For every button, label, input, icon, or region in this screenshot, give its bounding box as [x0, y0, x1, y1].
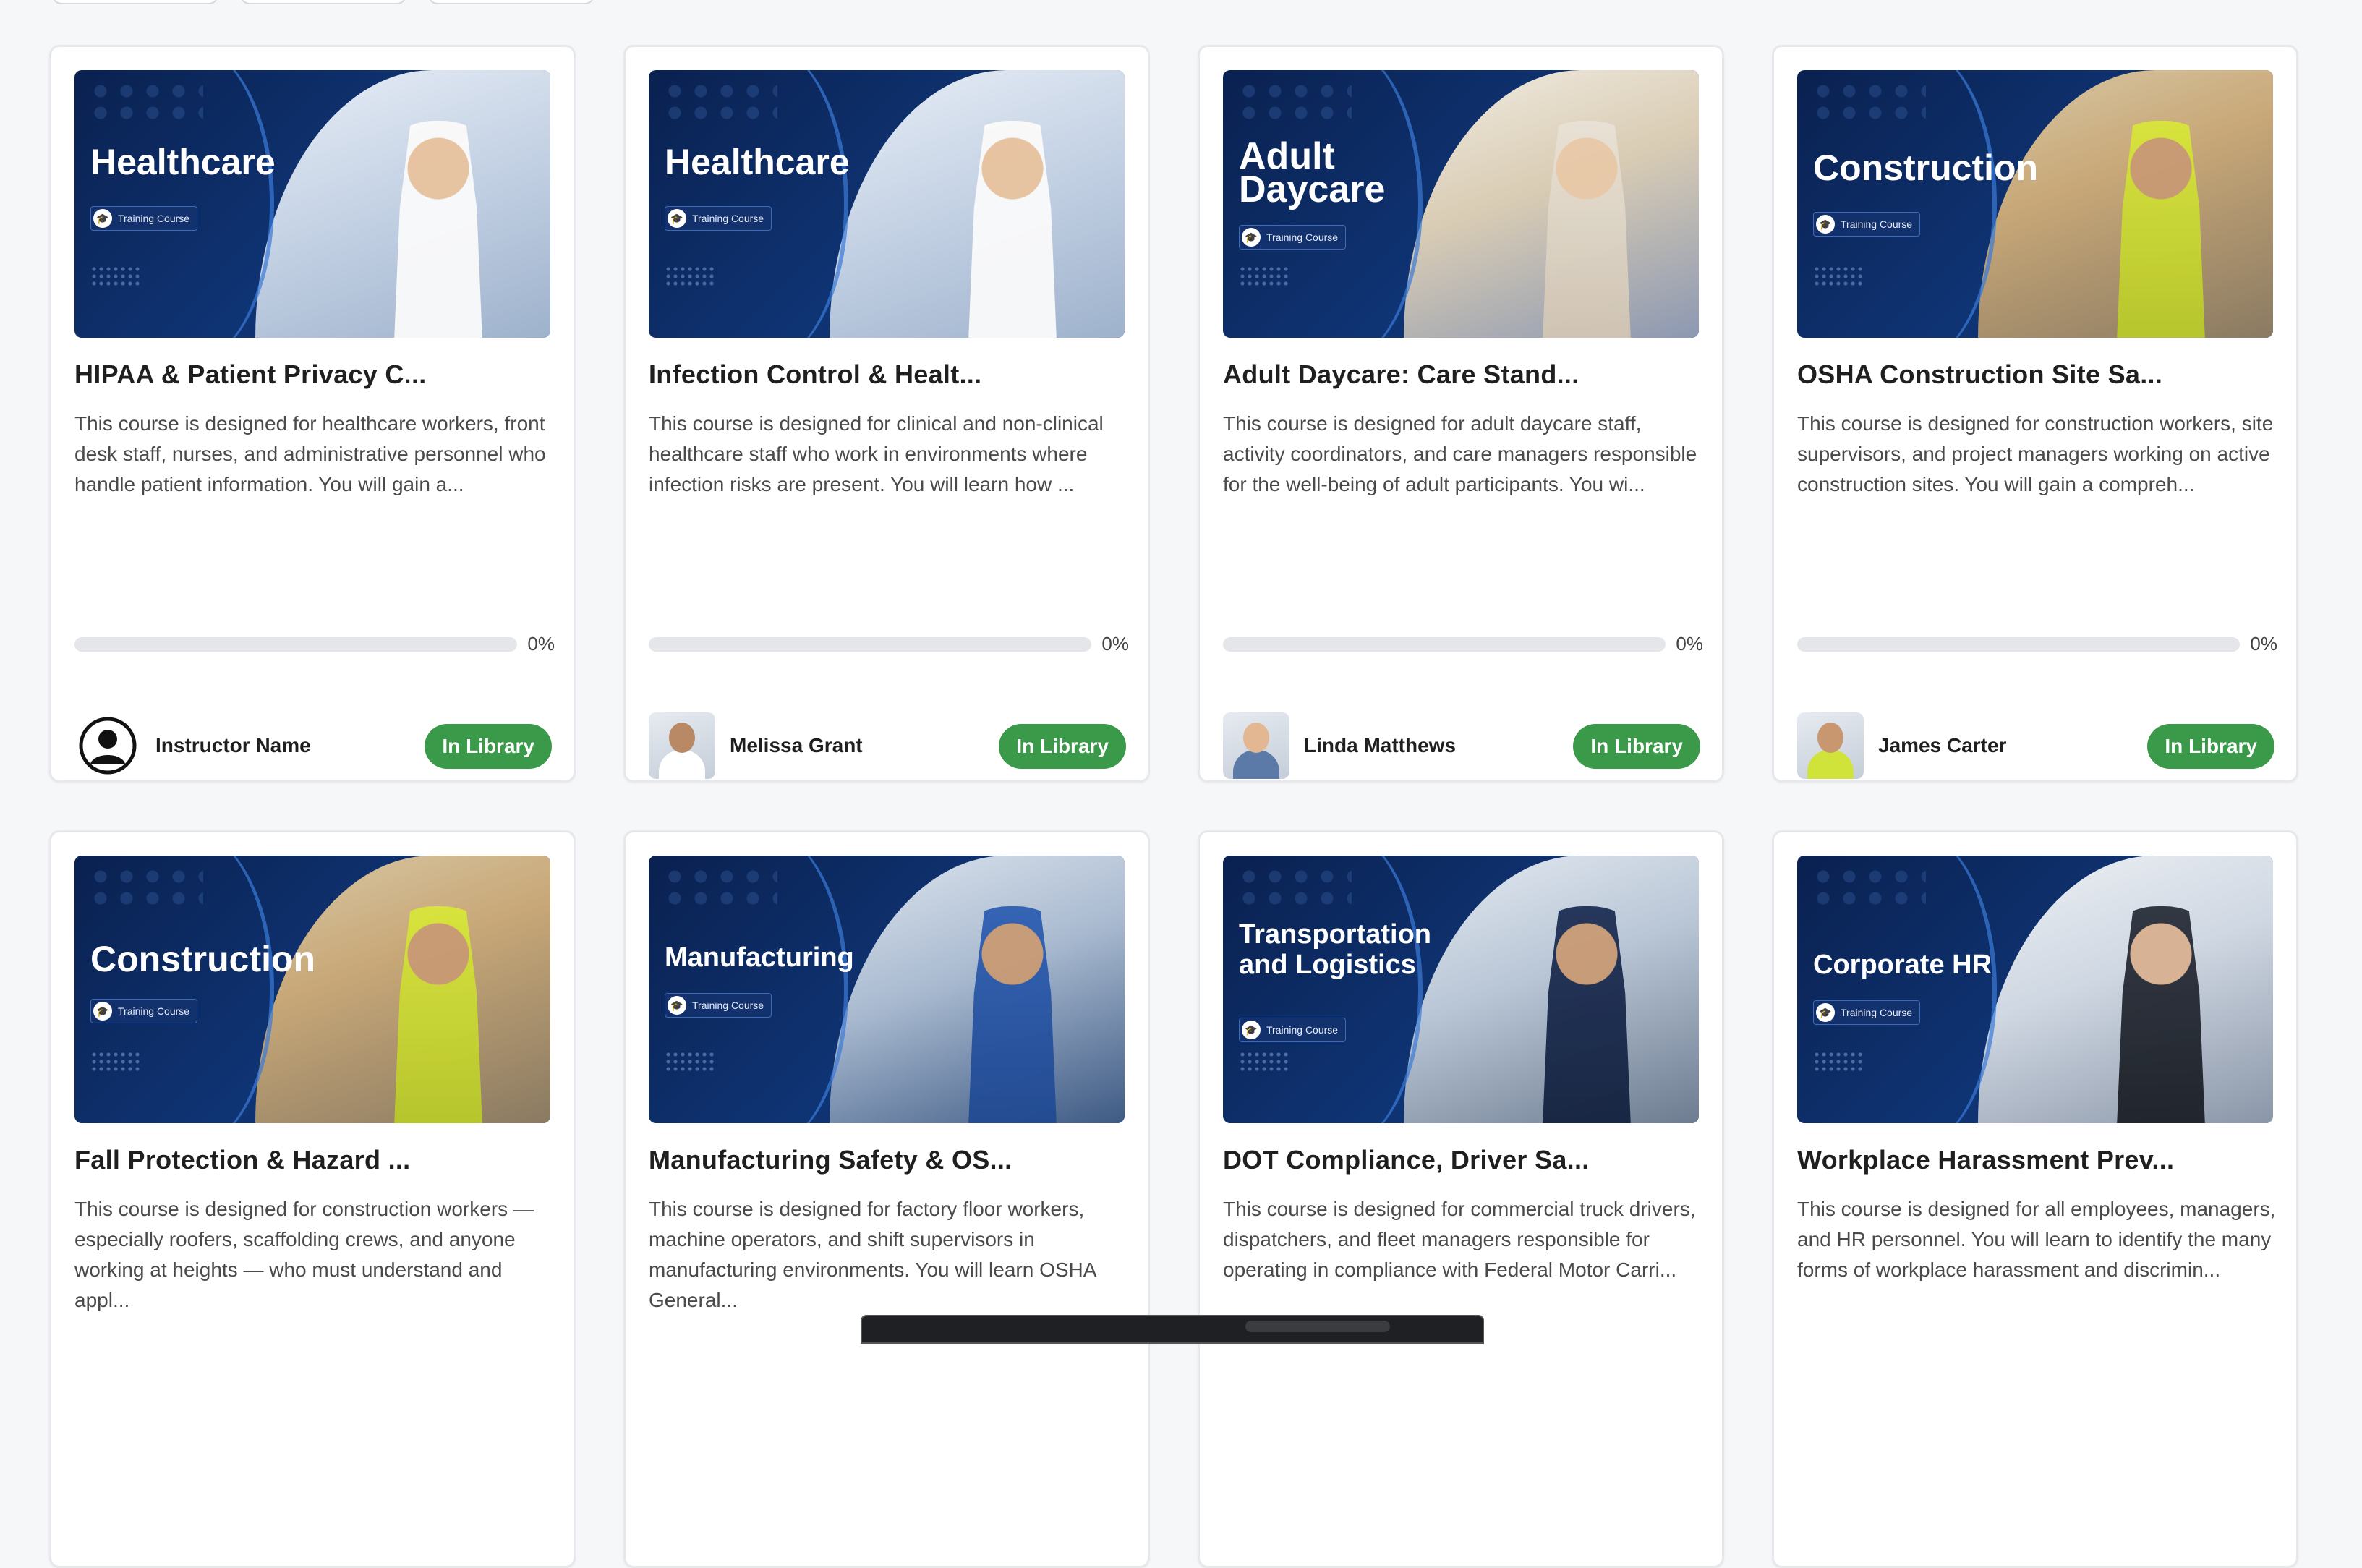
user-circle-icon — [74, 712, 141, 779]
thumbnail-title: Healthcare — [665, 142, 850, 182]
badge-label: Training Course — [692, 1000, 764, 1011]
filter-pill[interactable] — [240, 0, 406, 4]
course-title[interactable]: Adult Daycare: Care Stand... — [1223, 359, 1700, 390]
course-description: This course is designed for construction… — [74, 1198, 534, 1311]
thumbnail-badge: 🎓 Training Course — [1813, 1000, 1921, 1025]
course-thumbnail[interactable]: Manufacturing 🎓 Training Course — [649, 856, 1125, 1123]
instructor-avatar — [1223, 712, 1289, 779]
progress-bar — [1797, 636, 2241, 652]
progress: 0% — [74, 633, 555, 655]
thumbnail-badge: 🎓 Training Course — [665, 993, 772, 1018]
thumbnail-badge: 🎓 Training Course — [90, 999, 198, 1023]
thumbnail-badge: 🎓 Training Course — [1813, 212, 1921, 237]
course-card[interactable]: Healthcare 🎓 Training Course Infection C… — [623, 45, 1150, 783]
thumbnail-title: Construction — [1813, 148, 2039, 188]
floating-toolbar[interactable] — [861, 1315, 1484, 1344]
graduation-cap-icon: 🎓 — [1242, 228, 1261, 247]
graduation-cap-icon: 🎓 — [1242, 1021, 1261, 1039]
progress-bar — [649, 636, 1092, 652]
course-card[interactable]: Healthcare 🎓 Training Course HIPAA & Pat… — [49, 45, 576, 783]
instructor: Instructor Name — [74, 712, 311, 779]
in-library-button[interactable]: In Library — [1573, 724, 1700, 769]
course-thumbnail[interactable]: Construction 🎓 Training Course — [74, 856, 550, 1123]
course-title[interactable]: Infection Control & Healt... — [649, 359, 1126, 390]
in-library-button[interactable]: In Library — [2147, 724, 2274, 769]
course-description: This course is designed for healthcare w… — [74, 412, 546, 495]
thumbnail-badge: 🎓 Training Course — [1239, 1018, 1347, 1042]
course-description: This course is designed for construction… — [1797, 412, 2274, 495]
course-thumbnail[interactable]: Construction 🎓 Training Course — [1797, 70, 2273, 338]
thumbnail-title: Transportation and Logistics — [1239, 919, 1432, 980]
progress-bar — [74, 636, 518, 652]
instructor: Melissa Grant — [649, 712, 863, 779]
thumbnail-title: Corporate HR — [1813, 950, 1992, 980]
graduation-cap-icon: 🎓 — [93, 1002, 112, 1021]
course-thumbnail[interactable]: Corporate HR 🎓 Training Course — [1797, 856, 2273, 1123]
instructor: James Carter — [1797, 712, 2006, 779]
badge-label: Training Course — [692, 213, 764, 224]
filter-pill[interactable] — [428, 0, 594, 4]
instructor-avatar — [649, 712, 715, 779]
thumbnail-badge: 🎓 Training Course — [665, 206, 772, 231]
progress-percent: 0% — [1101, 633, 1129, 655]
thumbnail-title: Adult Daycare — [1239, 135, 1386, 210]
thumbnail-title: Healthcare — [90, 142, 276, 182]
course-card[interactable]: Corporate HR 🎓 Training Course Workplace… — [1772, 830, 2298, 1568]
filter-bar — [52, 0, 594, 4]
progress: 0% — [649, 633, 1129, 655]
course-title[interactable]: Fall Protection & Hazard ... — [74, 1145, 552, 1175]
progress: 0% — [1223, 633, 1703, 655]
course-thumbnail[interactable]: Transportation and Logistics 🎓 Training … — [1223, 856, 1699, 1123]
course-card[interactable]: Construction 🎓 Training Course OSHA Cons… — [1772, 45, 2298, 783]
in-library-button[interactable]: In Library — [425, 724, 552, 769]
progress: 0% — [1797, 633, 2277, 655]
course-description: This course is designed for adult daycar… — [1223, 412, 1697, 495]
badge-label: Training Course — [1266, 231, 1339, 243]
course-card[interactable]: Manufacturing 🎓 Training Course Manufact… — [623, 830, 1150, 1568]
course-card[interactable]: Transportation and Logistics 🎓 Training … — [1198, 830, 1724, 1568]
progress-bar — [1223, 636, 1666, 652]
graduation-cap-icon: 🎓 — [1816, 1003, 1835, 1022]
course-title[interactable]: OSHA Construction Site Sa... — [1797, 359, 2274, 390]
course-title[interactable]: Manufacturing Safety & OS... — [649, 1145, 1126, 1175]
badge-label: Training Course — [118, 1005, 190, 1017]
in-library-button[interactable]: In Library — [999, 724, 1126, 769]
course-description: This course is designed for commercial t… — [1223, 1198, 1696, 1281]
badge-label: Training Course — [1841, 218, 1913, 230]
graduation-cap-icon: 🎓 — [1816, 215, 1835, 234]
thumbnail-title: Manufacturing — [665, 942, 854, 973]
course-description: This course is designed for clinical and… — [649, 412, 1104, 495]
badge-label: Training Course — [118, 213, 190, 224]
progress-percent: 0% — [2250, 633, 2277, 655]
course-description: This course is designed for all employee… — [1797, 1198, 2276, 1281]
thumbnail-badge: 🎓 Training Course — [90, 206, 198, 231]
thumbnail-badge: 🎓 Training Course — [1239, 225, 1347, 250]
course-title[interactable]: HIPAA & Patient Privacy C... — [74, 359, 552, 390]
graduation-cap-icon: 🎓 — [668, 996, 686, 1015]
instructor: Linda Matthews — [1223, 712, 1456, 779]
course-thumbnail[interactable]: Healthcare 🎓 Training Course — [74, 70, 550, 338]
course-thumbnail[interactable]: Healthcare 🎓 Training Course — [649, 70, 1125, 338]
badge-label: Training Course — [1841, 1007, 1913, 1018]
instructor-name: James Carter — [1878, 734, 2007, 757]
thumbnail-title: Construction — [90, 939, 316, 979]
instructor-name: Linda Matthews — [1304, 734, 1457, 757]
course-title[interactable]: Workplace Harassment Prev... — [1797, 1145, 2274, 1175]
instructor-name: Instructor Name — [155, 734, 311, 757]
graduation-cap-icon: 🎓 — [93, 209, 112, 228]
progress-percent: 0% — [1676, 633, 1703, 655]
filter-pill[interactable] — [52, 0, 218, 4]
instructor-name: Melissa Grant — [730, 734, 863, 757]
instructor-avatar — [1797, 712, 1864, 779]
badge-label: Training Course — [1266, 1024, 1339, 1036]
course-card[interactable]: Construction 🎓 Training Course Fall Prot… — [49, 830, 576, 1568]
course-card[interactable]: Adult Daycare 🎓 Training Course Adult Da… — [1198, 45, 1724, 783]
progress-percent: 0% — [527, 633, 555, 655]
graduation-cap-icon: 🎓 — [668, 209, 686, 228]
course-description: This course is designed for factory floo… — [649, 1198, 1096, 1311]
course-title[interactable]: DOT Compliance, Driver Sa... — [1223, 1145, 1700, 1175]
course-thumbnail[interactable]: Adult Daycare 🎓 Training Course — [1223, 70, 1699, 338]
